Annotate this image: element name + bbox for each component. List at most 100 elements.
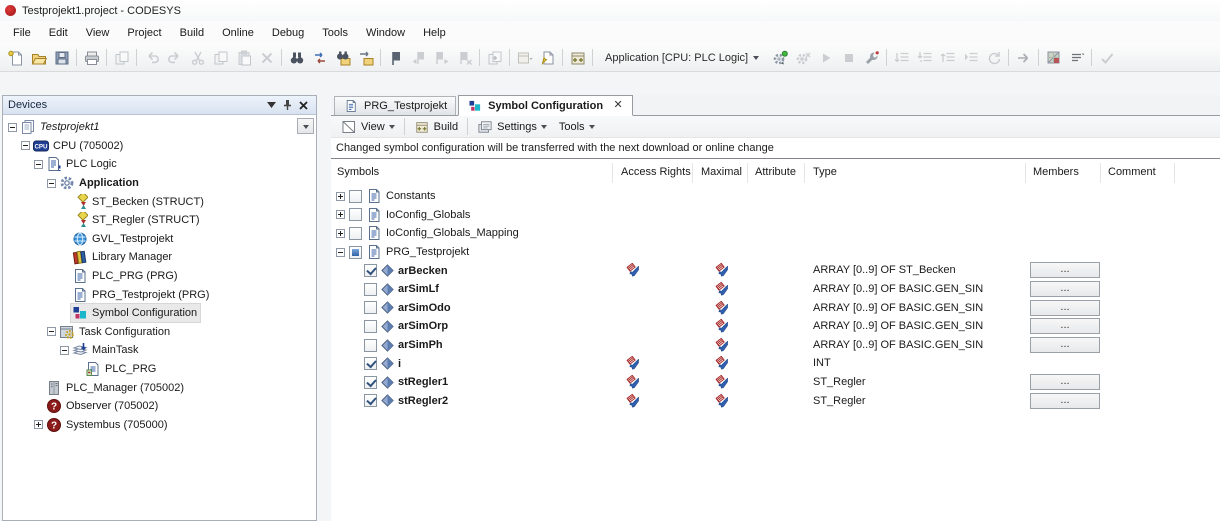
login-icon[interactable] <box>768 46 791 69</box>
maximal-rights-icon[interactable] <box>715 356 729 370</box>
toggle-bookmark-icon[interactable] <box>384 46 407 69</box>
show-next-statement-icon[interactable] <box>1012 46 1035 69</box>
members-button[interactable]: ... <box>1030 281 1100 297</box>
maximal-rights-icon[interactable] <box>715 319 729 333</box>
menu-file[interactable]: File <box>4 24 40 42</box>
new-project-icon[interactable] <box>4 46 27 69</box>
checkbox[interactable] <box>364 320 377 333</box>
build-button[interactable]: Build <box>408 116 464 138</box>
expand-icon[interactable] <box>336 229 345 238</box>
column-header-comment[interactable]: Comment <box>1108 166 1156 178</box>
access-rights-icon[interactable] <box>626 394 640 408</box>
checkbox[interactable] <box>349 246 362 259</box>
checkbox[interactable] <box>349 208 362 221</box>
expand-icon[interactable] <box>336 192 345 201</box>
tree-item-application[interactable]: Application <box>58 174 142 192</box>
members-button[interactable]: ... <box>1030 262 1100 278</box>
tree-item-st-becken-struct-[interactable]: ST_Becken (STRUCT) <box>71 193 207 211</box>
members-button[interactable]: ... <box>1030 318 1100 334</box>
tree-item-plc-prg[interactable]: PLC_PRG <box>84 360 159 378</box>
maximal-rights-icon[interactable] <box>715 301 729 315</box>
maximal-rights-icon[interactable] <box>715 282 729 296</box>
print-icon[interactable] <box>80 46 103 69</box>
column-header-maximal[interactable]: Maximal <box>701 166 742 178</box>
device-dropdown-button[interactable] <box>297 118 314 134</box>
panel-menu-chevron-icon[interactable] <box>263 98 279 112</box>
tree-item-library-manager[interactable]: Library Manager <box>71 248 175 266</box>
column-header-symbols[interactable]: Symbols <box>337 166 379 178</box>
members-button[interactable]: ... <box>1030 393 1100 409</box>
checkbox[interactable] <box>364 357 377 370</box>
menu-tools[interactable]: Tools <box>313 24 357 42</box>
new-object-icon[interactable] <box>536 46 559 69</box>
checkbox[interactable] <box>349 227 362 240</box>
members-button[interactable]: ... <box>1030 374 1100 390</box>
tree-item-gvl-testprojekt[interactable]: GVL_Testprojekt <box>71 230 176 248</box>
replace-in-project-icon[interactable] <box>354 46 377 69</box>
access-rights-icon[interactable] <box>626 356 640 370</box>
checkbox[interactable] <box>364 283 377 296</box>
column-header-access-rights[interactable]: Access Rights <box>621 166 691 178</box>
collapse-icon[interactable] <box>336 248 345 257</box>
close-panel-icon[interactable] <box>295 98 311 112</box>
single-cycle-icon[interactable] <box>860 46 883 69</box>
menu-debug[interactable]: Debug <box>263 24 313 42</box>
checkbox[interactable] <box>364 339 377 352</box>
tree-item-plc-manager-705002-[interactable]: PLC_Manager (705002) <box>45 379 187 397</box>
tab-prg-testprojekt[interactable]: PRG_Testprojekt <box>334 96 456 115</box>
find-icon[interactable] <box>285 46 308 69</box>
tree-item-cpu-705002-[interactable]: CPUCPU (705002) <box>32 137 126 155</box>
view-menu-button[interactable]: View <box>335 116 401 138</box>
tab-symbol-configuration[interactable]: Symbol Configuration✕ <box>458 95 633 116</box>
close-tab-icon[interactable]: ✕ <box>612 100 624 112</box>
expand-icon[interactable] <box>32 418 45 431</box>
members-button[interactable]: ... <box>1030 300 1100 316</box>
save-icon[interactable] <box>50 46 73 69</box>
checkbox[interactable] <box>364 394 377 407</box>
checkbox[interactable] <box>364 301 377 314</box>
menu-window[interactable]: Window <box>357 24 414 42</box>
menu-edit[interactable]: Edit <box>40 24 77 42</box>
checkbox[interactable] <box>364 376 377 389</box>
tree-item-testprojekt1[interactable]: Testprojekt1 <box>19 118 103 136</box>
execution-order-icon[interactable] <box>1065 46 1088 69</box>
build-icon[interactable] <box>566 46 589 69</box>
tree-item-symbol-configuration[interactable]: Symbol Configuration <box>71 304 200 322</box>
active-application-selector[interactable]: Application [CPU: PLC Logic] <box>598 49 766 67</box>
members-button[interactable]: ... <box>1030 337 1100 353</box>
tree-item-maintask[interactable]: MainTask <box>71 341 141 359</box>
column-header-members[interactable]: Members <box>1033 166 1079 178</box>
checkbox[interactable] <box>349 190 362 203</box>
maximal-rights-icon[interactable] <box>715 375 729 389</box>
tree-item-systembus-705000-[interactable]: ?Systembus (705000) <box>45 416 171 434</box>
expand-icon[interactable] <box>336 210 345 219</box>
menu-online[interactable]: Online <box>213 24 263 42</box>
collapse-icon[interactable] <box>32 158 45 171</box>
checkbox[interactable] <box>364 264 377 277</box>
column-header-attribute[interactable]: Attribute <box>755 166 796 178</box>
tree-item-observer-705002-[interactable]: ?Observer (705002) <box>45 397 161 415</box>
tree-item-plc-prg-prg-[interactable]: PLC_PRG (PRG) <box>71 267 181 285</box>
maximal-rights-icon[interactable] <box>715 338 729 352</box>
find-in-project-icon[interactable] <box>331 46 354 69</box>
tree-item-plc-logic[interactable]: PLC Logic <box>45 155 120 173</box>
collapse-icon[interactable] <box>6 121 19 134</box>
replace-icon[interactable] <box>308 46 331 69</box>
maximal-rights-icon[interactable] <box>715 394 729 408</box>
tree-item-st-regler-struct-[interactable]: ST_Regler (STRUCT) <box>71 211 203 229</box>
pin-icon[interactable] <box>279 98 295 112</box>
maximal-rights-icon[interactable] <box>715 263 729 277</box>
settings-menu-button[interactable]: Settings <box>471 116 553 138</box>
menu-help[interactable]: Help <box>414 24 455 42</box>
access-rights-icon[interactable] <box>626 375 640 389</box>
collapse-icon[interactable] <box>45 325 58 338</box>
collapse-icon[interactable] <box>19 139 32 152</box>
tree-item-prg-testprojekt-prg-[interactable]: PRG_Testprojekt (PRG) <box>71 286 212 304</box>
menu-project[interactable]: Project <box>118 24 170 42</box>
open-project-icon[interactable] <box>27 46 50 69</box>
collapse-icon[interactable] <box>45 177 58 190</box>
tree-item-task-configuration[interactable]: Task Configuration <box>58 323 173 341</box>
access-rights-icon[interactable] <box>626 263 640 277</box>
menu-build[interactable]: Build <box>171 24 213 42</box>
collapse-icon[interactable] <box>58 344 71 357</box>
